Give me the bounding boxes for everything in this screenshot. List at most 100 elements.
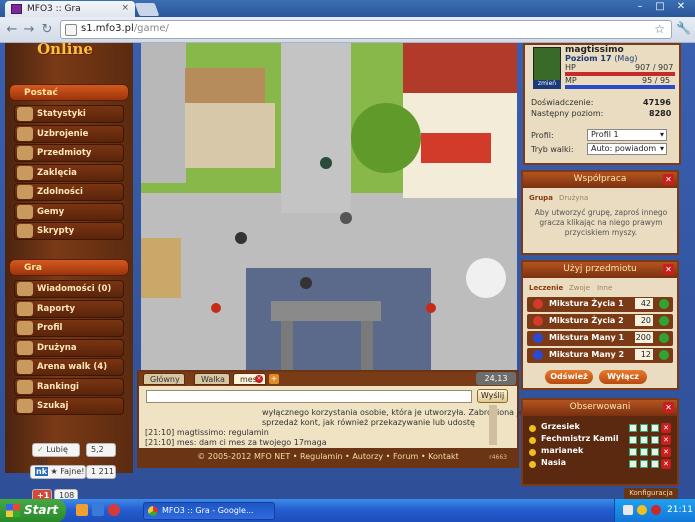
tray-speaker-icon[interactable]	[637, 505, 647, 515]
close-icon[interactable]: ✕	[663, 174, 674, 185]
postac-menu-item[interactable]: Przedmioty	[14, 144, 124, 162]
observed-row[interactable]: Fechmistrz Kamil ✕	[525, 434, 675, 446]
postac-menu-item[interactable]: Uzbrojenie	[14, 124, 124, 143]
card-icon[interactable]	[640, 436, 648, 444]
remove-icon[interactable]: ✕	[661, 459, 671, 469]
footer-link-forum[interactable]: Forum	[393, 452, 418, 461]
profil-select-value: Profil 1	[591, 130, 619, 139]
use-item-icon[interactable]	[659, 299, 669, 309]
tab-title: MFO3 :: Gra	[27, 4, 81, 14]
observed-row[interactable]: marianek ✕	[525, 446, 675, 458]
item-row[interactable]: Mikstura Życia 2 20	[527, 314, 673, 329]
gra-menu-item[interactable]: Rankingi	[14, 377, 124, 396]
footer-link-regulamin[interactable]: Regulamin	[300, 452, 342, 461]
flag-icon[interactable]	[651, 448, 659, 456]
disable-button[interactable]: Wyłącz	[599, 370, 647, 384]
taskbar-window-chrome[interactable]: MFO3 :: Gra - Google...	[143, 502, 275, 520]
remove-icon[interactable]: ✕	[661, 423, 671, 433]
chat-tab-glowny[interactable]: Główny	[143, 373, 185, 385]
send-button[interactable]: Wyślij	[477, 389, 508, 403]
use-item-icon[interactable]	[659, 316, 669, 326]
quicklaunch-desktop-icon[interactable]	[92, 504, 104, 516]
postac-menu-item[interactable]: Statystyki	[14, 105, 124, 123]
footer-link-autorzy[interactable]: Autorzy	[352, 452, 383, 461]
refresh-button[interactable]: Odśwież	[545, 370, 593, 384]
chat-add-tab-icon[interactable]: +	[269, 374, 279, 384]
start-button[interactable]: Start	[0, 499, 66, 522]
gra-menu-item[interactable]: Wiadomości (0)	[14, 280, 124, 298]
gra-menu-item[interactable]: Szukaj	[14, 397, 124, 415]
reload-icon[interactable]: ↻	[38, 21, 56, 39]
menu-item-label: Szukaj	[37, 401, 69, 411]
menu-item-icon	[17, 282, 33, 296]
quicklaunch-firefox-icon[interactable]	[76, 504, 88, 516]
close-icon[interactable]: ✕	[663, 264, 674, 275]
close-icon[interactable]: ✕	[663, 402, 674, 413]
mail-icon[interactable]	[629, 448, 637, 456]
remove-icon[interactable]: ✕	[661, 435, 671, 445]
browser-tab[interactable]: MFO3 :: Gra ×	[5, 1, 135, 17]
use-item-icon[interactable]	[659, 350, 669, 360]
change-avatar-label[interactable]: zmień	[533, 80, 561, 89]
flag-icon[interactable]	[651, 424, 659, 432]
like-button[interactable]: ✓ Lubię to!	[32, 443, 80, 466]
flag-icon[interactable]	[651, 460, 659, 468]
item-row[interactable]: Mikstura Many 1 200	[527, 331, 673, 346]
profil-select[interactable]: Profil 1 ▾	[587, 129, 667, 141]
window-close-icon[interactable]: ✕	[670, 0, 692, 14]
forward-icon[interactable]: →	[20, 21, 38, 39]
new-tab-button[interactable]	[134, 3, 160, 16]
observed-row[interactable]: Nasia ✕	[525, 458, 675, 470]
observed-row[interactable]: Grzesiek ✕	[525, 422, 675, 434]
bookmark-star-icon[interactable]: ☆	[654, 22, 665, 36]
exp-label: Doświadczenie:	[531, 98, 594, 107]
minimize-icon[interactable]: –	[630, 0, 650, 14]
postac-menu-item[interactable]: Zaklęcia	[14, 163, 124, 182]
address-bar[interactable]: s1.mfo3.pl/game/ ☆	[60, 20, 672, 39]
mail-icon[interactable]	[629, 436, 637, 444]
tab-grupa[interactable]: Grupa	[529, 194, 553, 202]
card-icon[interactable]	[640, 448, 648, 456]
tray-security-icon[interactable]	[651, 505, 661, 515]
tryb-walki-select[interactable]: Auto: powiadom ▾	[587, 143, 667, 155]
postac-menu-item[interactable]: Zdolności	[14, 183, 124, 201]
url-path: /game/	[133, 23, 169, 34]
chat-tab-close-icon[interactable]: ×	[255, 375, 263, 383]
gra-menu-item[interactable]: Drużyna	[14, 338, 124, 357]
quicklaunch-opera-icon[interactable]	[108, 504, 120, 516]
postac-menu-item[interactable]: Gemy	[14, 202, 124, 221]
tab-leczenie[interactable]: Leczenie	[529, 284, 563, 292]
remove-icon[interactable]: ✕	[661, 447, 671, 457]
flag-icon[interactable]	[651, 436, 659, 444]
gra-menu-item[interactable]: Profil	[14, 319, 124, 337]
card-icon[interactable]	[640, 460, 648, 468]
maximize-icon[interactable]: □	[650, 0, 670, 14]
item-row[interactable]: Mikstura Many 2 12	[527, 348, 673, 363]
tab-close-icon[interactable]: ×	[121, 3, 129, 13]
chat-tab-mes[interactable]: mes ×	[233, 373, 266, 385]
konfiguracja-button[interactable]: Konfiguracja	[624, 488, 678, 499]
footer-link-kontakt[interactable]: Kontakt	[428, 452, 459, 461]
use-item-icon[interactable]	[659, 333, 669, 343]
mail-icon[interactable]	[629, 424, 637, 432]
gra-menu-item[interactable]: Raporty	[14, 299, 124, 318]
gra-menu-item[interactable]: Arena walk (4)	[14, 358, 124, 376]
tray-network-icon[interactable]	[623, 505, 633, 515]
wrench-icon[interactable]: 🔧	[676, 21, 691, 35]
menu-item-icon	[17, 340, 33, 355]
back-icon[interactable]: ←	[3, 21, 21, 39]
chat-scrollbar[interactable]	[489, 405, 497, 445]
item-row[interactable]: Mikstura Życia 1 42	[527, 297, 673, 312]
game-map[interactable]	[141, 43, 517, 370]
postac-menu-item[interactable]: Skrypty	[14, 222, 124, 240]
mail-icon[interactable]	[629, 460, 637, 468]
menu-item-label: Wiadomości (0)	[37, 284, 112, 294]
tab-inne[interactable]: Inne	[597, 284, 612, 292]
tab-druzyna[interactable]: Drużyna	[559, 194, 588, 202]
nk-button[interactable]: nk ★ Fajne!	[30, 465, 86, 479]
tab-zwoje[interactable]: Zwoje	[569, 284, 590, 292]
chat-input[interactable]	[146, 390, 472, 403]
card-icon[interactable]	[640, 424, 648, 432]
observed-name: Nasia	[541, 458, 566, 467]
chat-tab-walka[interactable]: Walka	[194, 373, 230, 385]
